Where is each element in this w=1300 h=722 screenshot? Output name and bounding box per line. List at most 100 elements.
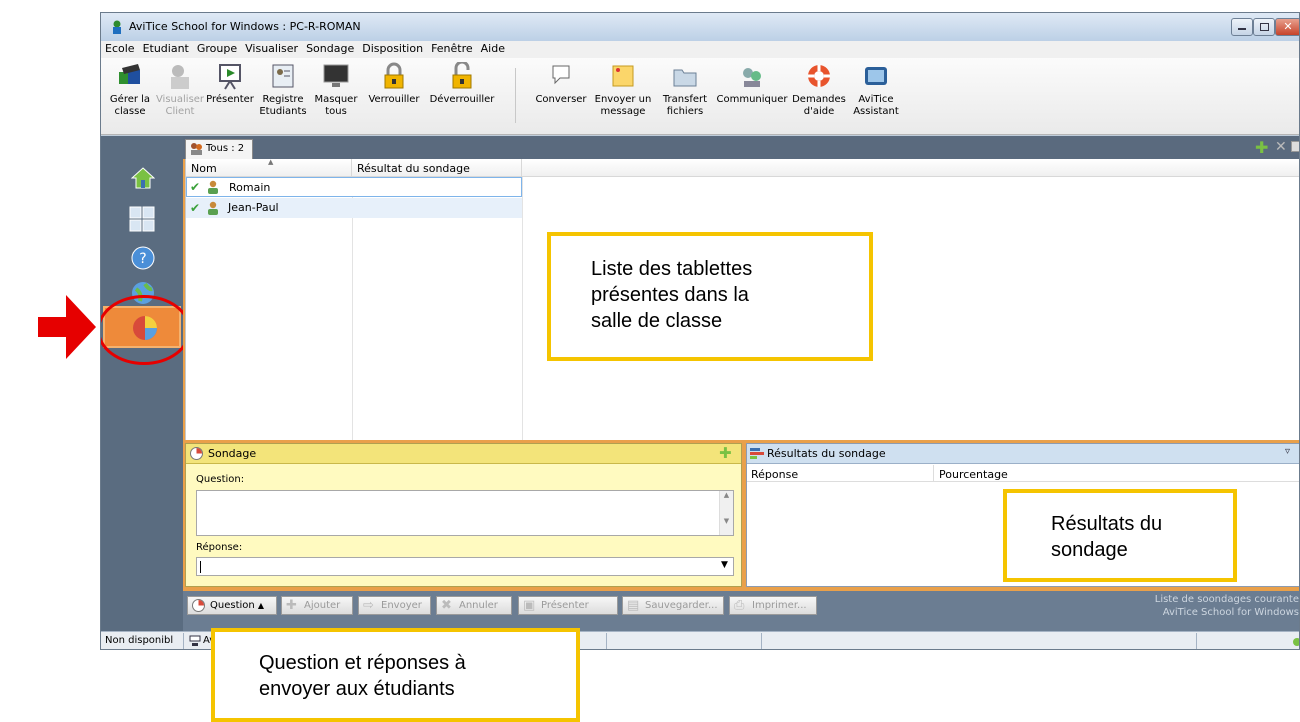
textarea-scrollbar[interactable]: ▲ ▼ [719,491,733,535]
delete-icon[interactable]: ✕ [1275,139,1287,155]
registre-etudiants-button[interactable]: Registre Etudiants [255,62,311,118]
bottom-right-info: Liste de soondages courante AviTice Schoo… [1154,594,1299,618]
registre-label-2: Etudiants [259,106,307,117]
masquer-label-2: tous [325,106,347,117]
chevron-down-icon[interactable]: ▼ [721,560,728,570]
sondage-header: Sondage ✚ [186,444,741,464]
minimize-button[interactable] [1231,18,1253,36]
menu-etudiant[interactable]: Etudiant [139,41,193,55]
verrouiller-button[interactable]: Verrouiller [363,62,425,106]
menu-groupe[interactable]: Groupe [193,41,241,55]
visualiser-label-2: Client [165,106,195,117]
status-divider [761,633,762,649]
assistant-label-2: Assistant [853,106,899,117]
column-header-nom[interactable]: Nom ▲ [186,158,352,177]
masquer-tous-button[interactable]: Masquer tous [311,62,361,118]
avitice-assistant-button[interactable]: AviTice Assistant [849,62,903,118]
demandes-aide-button[interactable]: Demandes d'aide [791,62,847,118]
sauvegarder-button[interactable]: ▤ Sauvegarder... [622,596,724,615]
home-icon[interactable] [131,166,155,190]
status-left: Non disponibl [105,635,174,646]
deverrouiller-label: Déverrouiller [429,94,495,105]
add-icon[interactable]: ✚ [1255,138,1268,157]
transfert-label-2: fichiers [666,106,704,117]
close-button[interactable]: ✕ [1275,18,1299,36]
assistant-icon [865,67,887,85]
gerer-label-2: classe [114,106,146,117]
annuler-button[interactable]: ✖ Annuler [436,596,512,615]
view-client-icon [171,65,189,89]
menu-disposition[interactable]: Disposition [358,41,427,55]
tab-tous-label: Tous : 2 [206,143,245,154]
deverrouiller-button[interactable]: Déverrouiller [427,62,497,106]
gerer-classe-button[interactable]: Gérer la classe [105,62,155,118]
table-row[interactable]: ✔ Jean-Paul [186,198,522,218]
masquer-label-1: Masquer [314,94,358,105]
gerer-label-1: Gérer la [109,94,151,105]
manage-class-icon [119,64,140,84]
callout-results: Résultats du sondage [1003,489,1237,582]
poll-icon [190,447,203,460]
results-col-pourcentage[interactable]: Pourcentage [939,468,1008,481]
column-header-resultat[interactable]: Résultat du sondage [352,159,522,177]
toolbar: Gérer la classe Visualiser Client Présente… [101,58,1299,135]
question-textarea[interactable]: ▲ ▼ [196,490,734,536]
student-name: Romain [229,181,271,194]
title-bar: AviTice School for Windows : PC-R-ROMAN … [101,13,1299,41]
grid-view-icon[interactable] [129,206,155,232]
presenter-button[interactable]: Présenter [205,62,255,106]
converser-button[interactable]: Converser [533,62,589,106]
red-arrow-icon [38,295,96,359]
menu-sondage[interactable]: Sondage [302,41,358,55]
add-question-icon[interactable]: ✚ [719,444,732,462]
quiz-icon[interactable]: ? [131,246,155,270]
status-indicator-icon [1293,638,1299,646]
menu-fenetre[interactable]: Fenêtre [427,41,477,55]
status-divider [606,633,607,649]
results-header-line [747,481,1299,482]
verrouiller-label: Verrouiller [368,94,420,105]
communiquer-label: Communiquer [716,94,788,105]
callout-question: Question et réponses à envoyer aux étudia… [211,628,580,722]
transfert-fichiers-button[interactable]: Transfert fichiers [657,62,713,118]
lifebuoy-icon [808,65,830,87]
reponse-combobox[interactable]: ▼ [196,557,734,576]
envoyer-button[interactable]: ⇨ Envoyer [358,596,431,615]
maximize-button[interactable] [1253,18,1275,36]
results-col-divider [933,465,934,481]
demandes-label-2: d'aide [803,106,835,117]
results-col-reponse[interactable]: Réponse [751,468,798,481]
envoyer-message-button[interactable]: Envoyer un message [593,62,653,118]
transfert-label-1: Transfert [662,94,708,105]
assistant-label-1: AviTice [858,94,894,105]
student-register-icon [272,64,294,88]
envoyer-label-1: Envoyer un [594,94,652,105]
imprimer-button[interactable]: ⎙ Imprimer... [729,596,817,615]
menu-bar: Ecole Etudiant Groupe Visualiser Sondage Disp… [101,41,1299,58]
toolbar-separator [515,68,516,123]
present-icon: ▣ [523,598,536,613]
question-label: Question: [196,474,245,485]
ajouter-button[interactable]: ✚ Ajouter [281,596,353,615]
checkmark-icon: ✔ [190,180,201,194]
left-sidebar: ? [101,136,183,631]
status-divider [183,633,184,649]
presenter-results-button[interactable]: ▣ Présenter [518,596,618,615]
table-row[interactable]: ✔ Romain [186,177,522,197]
visualiser-client-button[interactable]: Visualiser Client [155,62,205,118]
communiquer-button[interactable]: Communiquer [715,62,789,106]
collapse-icon[interactable]: ▿ [1285,446,1290,457]
add-icon: ✚ [286,598,297,613]
tab-tous[interactable]: Tous : 2 [185,139,253,159]
results-header: Résultats du sondage ▿ [747,444,1299,464]
network-icon [189,635,201,646]
save-icon: ▤ [627,598,640,613]
highlight-circle [101,295,191,365]
text-icon[interactable] [1291,141,1299,152]
hide-screens-icon [323,64,349,87]
sondage-title: Sondage [208,447,257,460]
menu-visualiser[interactable]: Visualiser [241,41,302,55]
menu-aide[interactable]: Aide [477,41,509,55]
question-button[interactable]: Question ▲ [187,596,277,615]
menu-ecole[interactable]: Ecole [101,41,139,55]
